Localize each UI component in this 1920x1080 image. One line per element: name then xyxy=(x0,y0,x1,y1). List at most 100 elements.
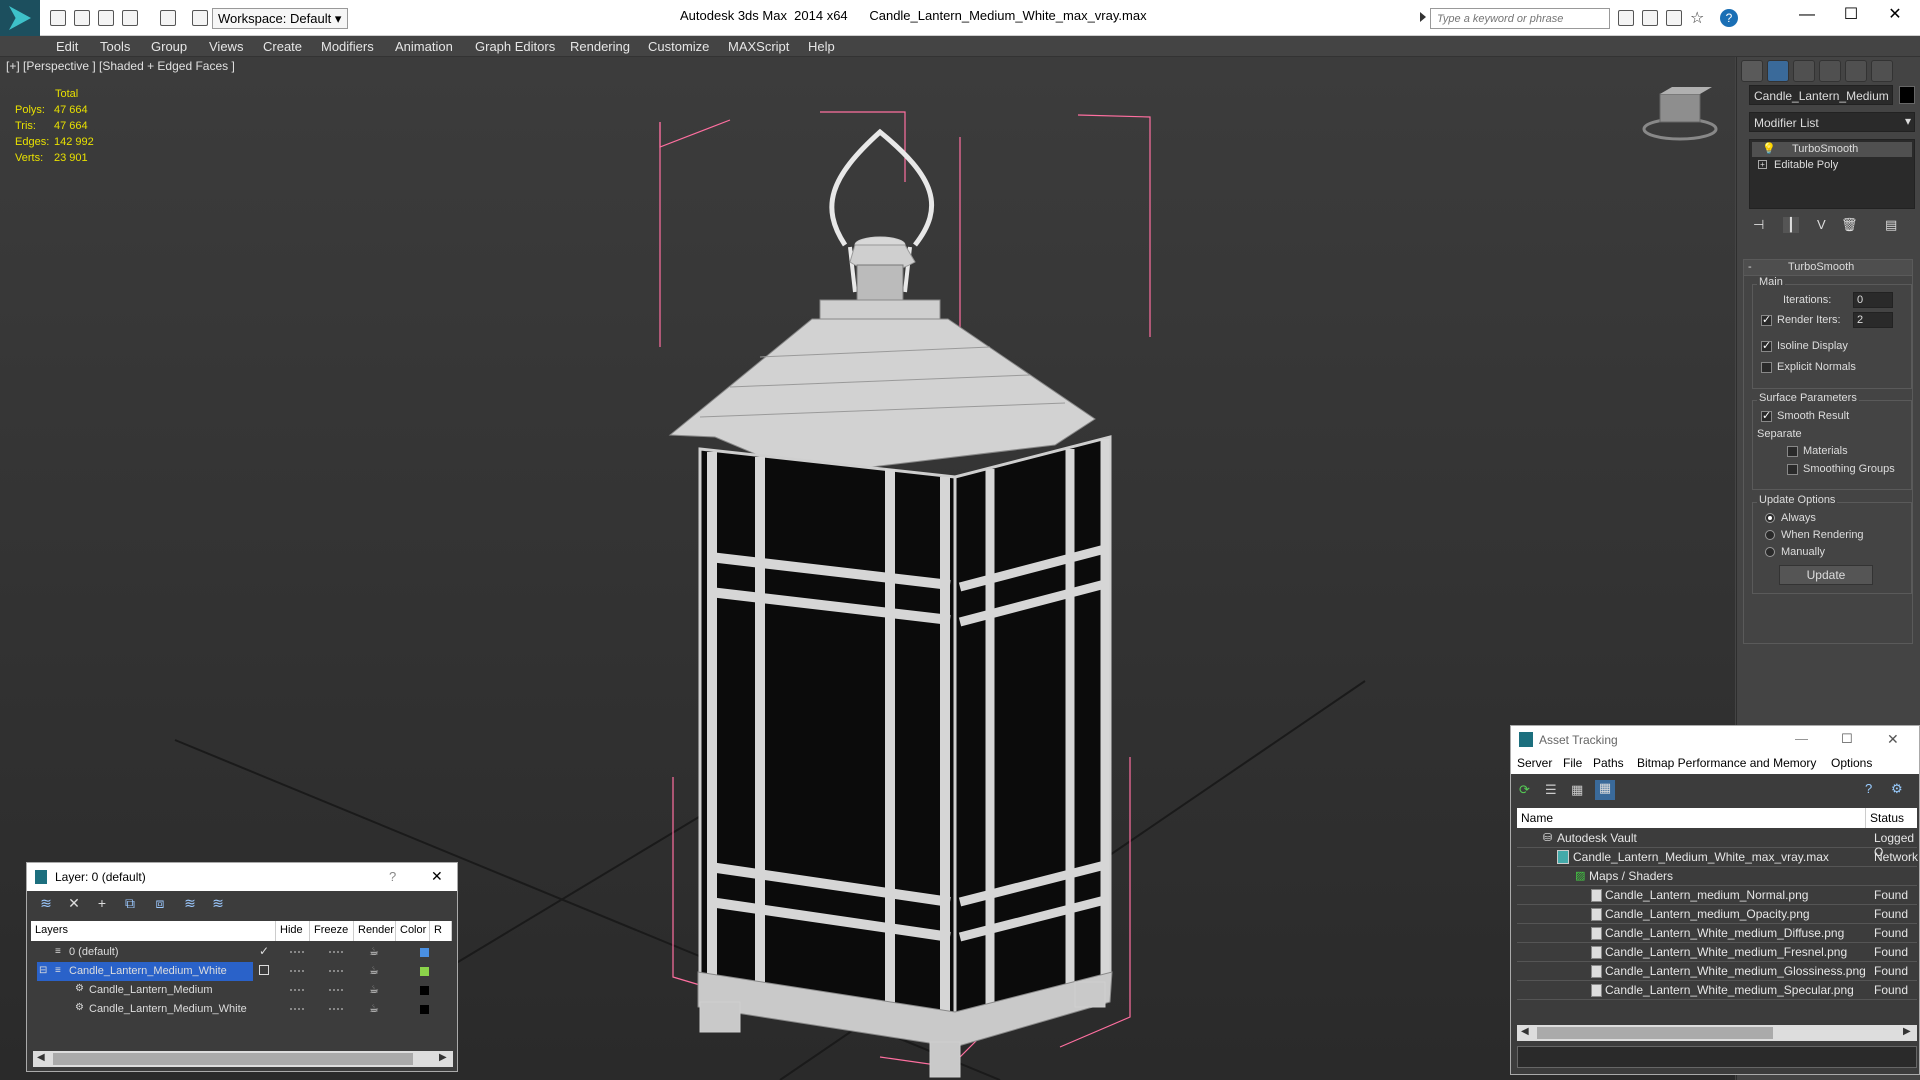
project-folder-icon[interactable] xyxy=(192,10,208,26)
layer-delete-icon[interactable]: ✕ xyxy=(65,895,83,913)
menu-graph-editors[interactable]: Graph Editors xyxy=(475,39,555,54)
hide-toggle[interactable] xyxy=(290,970,304,972)
layer-select-objects-icon[interactable]: ⧉ xyxy=(121,895,139,913)
collapse-icon[interactable]: - xyxy=(1748,261,1752,273)
modify-tab-icon[interactable] xyxy=(1767,60,1789,82)
menu-tools[interactable]: Tools xyxy=(100,39,130,54)
hierarchy-tab-icon[interactable] xyxy=(1793,60,1815,82)
asset-menu-server[interactable]: Server xyxy=(1517,756,1552,770)
thumbnail-view-icon[interactable]: ▦ xyxy=(1571,782,1583,798)
update-button[interactable]: Update xyxy=(1779,565,1873,585)
remove-modifier-icon[interactable]: 🗑 xyxy=(1841,217,1858,233)
menu-animation[interactable]: Animation xyxy=(395,39,453,54)
isoline-display-checkbox[interactable] xyxy=(1761,339,1772,352)
asset-row[interactable]: Candle_Lantern_medium_Normal.png Found xyxy=(1517,886,1917,905)
asset-settings-icon[interactable]: ⚙ xyxy=(1891,781,1903,797)
always-radio[interactable] xyxy=(1765,513,1775,523)
menu-edit[interactable]: Edit xyxy=(56,39,78,54)
asset-row[interactable]: Candle_Lantern_medium_Opacity.png Found xyxy=(1517,905,1917,924)
list-view-icon[interactable]: ☰ xyxy=(1545,782,1557,798)
layer-freeze-all-icon[interactable]: ≋ xyxy=(209,895,227,913)
render-teapot-icon[interactable]: ☕ xyxy=(369,983,379,996)
open-file-icon[interactable] xyxy=(74,10,90,26)
asset-window-titlebar[interactable]: Asset Tracking — ☐ ✕ xyxy=(1511,726,1919,753)
menu-help[interactable]: Help xyxy=(808,39,835,54)
maximize-button[interactable]: ☐ xyxy=(1836,4,1866,28)
modifier-list-dropdown[interactable]: Modifier List ▾ xyxy=(1749,112,1915,132)
stack-item-editable-poly[interactable]: + Editable Poly xyxy=(1752,158,1912,173)
search-expand-icon[interactable] xyxy=(1420,12,1426,22)
set-active-box[interactable] xyxy=(259,965,269,975)
redo-icon[interactable] xyxy=(160,10,176,26)
smoothing-groups-checkbox[interactable] xyxy=(1787,464,1798,475)
col-render[interactable]: Render xyxy=(354,921,396,941)
new-file-icon[interactable] xyxy=(50,10,66,26)
minimize-button[interactable]: — xyxy=(1792,4,1822,28)
layer-help-button[interactable]: ? xyxy=(389,869,396,884)
asset-row[interactable]: Candle_Lantern_White_medium_Diffuse.png … xyxy=(1517,924,1917,943)
freeze-toggle[interactable] xyxy=(329,1008,343,1010)
object-color-swatch[interactable] xyxy=(420,986,429,995)
asset-row[interactable]: Candle_Lantern_White_medium_Specular.png… xyxy=(1517,981,1917,1000)
collapse-minus-icon[interactable]: ⊟ xyxy=(39,965,47,976)
render-teapot-icon[interactable]: ☕ xyxy=(369,1002,379,1015)
hide-toggle[interactable] xyxy=(290,951,304,953)
asset-row[interactable]: Candle_Lantern_White_medium_Glossiness.p… xyxy=(1517,962,1917,981)
object-color-swatch[interactable] xyxy=(1899,86,1915,104)
display-tab-icon[interactable] xyxy=(1845,60,1867,82)
hide-toggle[interactable] xyxy=(290,989,304,991)
layer-row[interactable]: ≡ 0 (default) ✓ ☕ xyxy=(33,943,453,962)
create-tab-icon[interactable] xyxy=(1741,60,1763,82)
object-name-field[interactable]: Candle_Lantern_Medium xyxy=(1749,85,1893,105)
render-iters-checkbox[interactable] xyxy=(1761,313,1772,326)
col-freeze[interactable]: Freeze xyxy=(310,921,354,941)
scrollbar-thumb[interactable] xyxy=(1537,1027,1773,1039)
configure-sets-icon[interactable]: ▤ xyxy=(1885,217,1897,233)
asset-menu-paths[interactable]: Paths xyxy=(1593,756,1624,770)
help-icon[interactable]: ? xyxy=(1720,9,1738,27)
asset-help-icon[interactable]: ? xyxy=(1865,781,1872,796)
lightbulb-icon[interactable]: 💡 xyxy=(1762,142,1776,155)
asset-maximize-button[interactable]: ☐ xyxy=(1841,731,1853,747)
scrollbar-thumb[interactable] xyxy=(53,1053,413,1065)
layer-window-titlebar[interactable]: Layer: 0 (default) ? ✕ xyxy=(27,863,457,891)
materials-checkbox[interactable] xyxy=(1787,446,1798,457)
layer-row-selected[interactable]: ⊟ ≡ Candle_Lantern_Medium_White ☕ xyxy=(33,962,453,981)
close-button[interactable]: ✕ xyxy=(1880,4,1910,28)
utilities-tab-icon[interactable] xyxy=(1871,60,1893,82)
show-end-result-icon[interactable]: ┃ xyxy=(1783,217,1799,233)
menu-maxscript[interactable]: MAXScript xyxy=(728,39,789,54)
asset-row[interactable]: Candle_Lantern_White_medium_Fresnel.png … xyxy=(1517,943,1917,962)
pin-stack-icon[interactable]: ⊣ xyxy=(1753,217,1764,233)
object-row[interactable]: ⚙ Candle_Lantern_Medium_White ☕ xyxy=(33,1000,453,1019)
save-file-icon[interactable] xyxy=(98,10,114,26)
col-r[interactable]: R xyxy=(430,921,452,941)
table-view-icon[interactable]: ▦ xyxy=(1595,780,1615,800)
menu-rendering[interactable]: Rendering xyxy=(570,39,630,54)
undo-icon[interactable] xyxy=(122,10,138,26)
layer-hide-all-icon[interactable]: ≋ xyxy=(181,895,199,913)
menu-customize[interactable]: Customize xyxy=(648,39,709,54)
render-teapot-icon[interactable]: ☕ xyxy=(369,964,379,977)
app-logo-icon[interactable] xyxy=(0,0,40,36)
asset-row[interactable]: ⛁ Autodesk Vault Logged O xyxy=(1517,829,1917,859)
object-color-swatch[interactable] xyxy=(420,1005,429,1014)
scroll-right-icon[interactable]: ▶ xyxy=(439,1052,447,1063)
active-layer-check-icon[interactable]: ✓ xyxy=(259,944,269,958)
col-color[interactable]: Color xyxy=(396,921,430,941)
col-status[interactable]: Status xyxy=(1870,811,1904,825)
object-row[interactable]: ⚙ Candle_Lantern_Medium ☕ xyxy=(33,981,453,1000)
freeze-toggle[interactable] xyxy=(329,951,343,953)
asset-row[interactable]: Candle_Lantern_Medium_White_max_vray.max… xyxy=(1517,848,1918,867)
make-unique-icon[interactable]: V xyxy=(1817,217,1826,232)
rollout-header[interactable]: - TurboSmooth xyxy=(1744,260,1912,276)
manually-radio[interactable] xyxy=(1765,547,1775,557)
viewcube-icon[interactable] xyxy=(1642,87,1718,141)
asset-path-field[interactable] xyxy=(1517,1046,1917,1068)
scroll-left-icon[interactable]: ◀ xyxy=(1521,1026,1529,1037)
scroll-left-icon[interactable]: ◀ xyxy=(37,1052,45,1063)
render-iters-spinner[interactable]: 2 xyxy=(1853,312,1893,328)
col-name[interactable]: Name xyxy=(1521,811,1553,825)
layer-new-layer-icon[interactable]: ≋ xyxy=(37,895,55,913)
menu-views[interactable]: Views xyxy=(209,39,243,54)
